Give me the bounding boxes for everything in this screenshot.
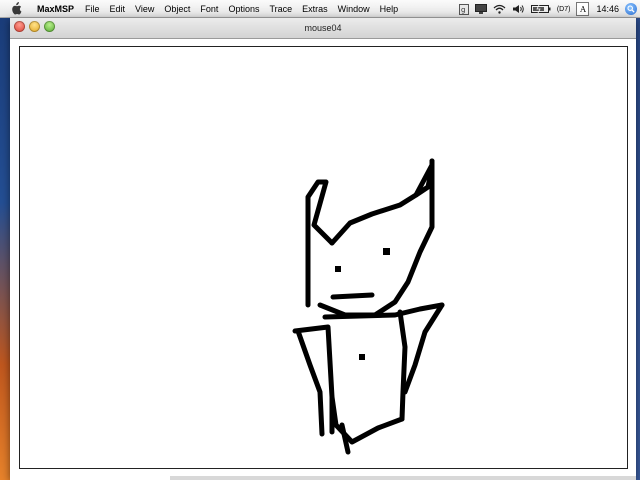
- input-menu-icon[interactable]: A: [576, 2, 590, 16]
- menu-file[interactable]: File: [80, 0, 105, 18]
- apple-menu-icon[interactable]: [10, 2, 22, 15]
- menu-clock[interactable]: 14:46: [596, 4, 619, 14]
- stroke-body-outer-left: [295, 328, 325, 437]
- svg-text:g: g: [461, 6, 465, 14]
- menu-view[interactable]: View: [130, 0, 159, 18]
- volume-icon[interactable]: [512, 4, 525, 14]
- cat-drawing: [292, 158, 445, 455]
- window-titlebar[interactable]: mouse04: [10, 18, 636, 39]
- menu-app-name[interactable]: MaxMSP: [32, 0, 80, 18]
- menu-items: MaxMSP File Edit View Object Font Option…: [32, 0, 403, 18]
- battery-icon[interactable]: [530, 4, 551, 14]
- drawing-canvas[interactable]: [19, 46, 628, 469]
- stroke-leg: [339, 422, 351, 455]
- horizontal-scrollbar[interactable]: [170, 476, 636, 480]
- menu-trace[interactable]: Trace: [264, 0, 297, 18]
- menu-font[interactable]: Font: [195, 0, 223, 18]
- menu-edit[interactable]: Edit: [105, 0, 131, 18]
- menu-options[interactable]: Options: [223, 0, 264, 18]
- menu-help[interactable]: Help: [375, 0, 404, 18]
- display-icon[interactable]: [474, 4, 487, 14]
- battery-percent: (D7): [556, 5, 571, 13]
- status-menus: g (D7) A 14:46: [456, 0, 640, 18]
- stroke-head-left-ear: [305, 179, 335, 308]
- window-menu-extra-icon[interactable]: g: [458, 3, 469, 15]
- menu-object[interactable]: Object: [159, 0, 195, 18]
- desktop-wallpaper-right: [636, 18, 640, 480]
- menu-window[interactable]: Window: [333, 0, 375, 18]
- wifi-icon[interactable]: [493, 4, 506, 14]
- menu-extras[interactable]: Extras: [297, 0, 333, 18]
- stroke-head-top: [329, 158, 435, 246]
- input-menu-label: A: [580, 4, 586, 14]
- stroke-body-right: [397, 309, 408, 422]
- drawing-svg: [292, 158, 445, 455]
- window-title: mouse04: [304, 23, 342, 33]
- stroke-body-right-arm: [402, 302, 445, 395]
- spotlight-icon[interactable]: [625, 3, 637, 15]
- cat-body-dot: [359, 354, 365, 360]
- cat-right-eye: [383, 248, 390, 255]
- menu-bar: MaxMSP File Edit View Object Font Option…: [0, 0, 640, 18]
- desktop-wallpaper: [0, 18, 10, 480]
- patcher-window: mouse04: [10, 18, 636, 480]
- cat-left-eye: [335, 266, 341, 272]
- stroke-mouth: [330, 292, 375, 300]
